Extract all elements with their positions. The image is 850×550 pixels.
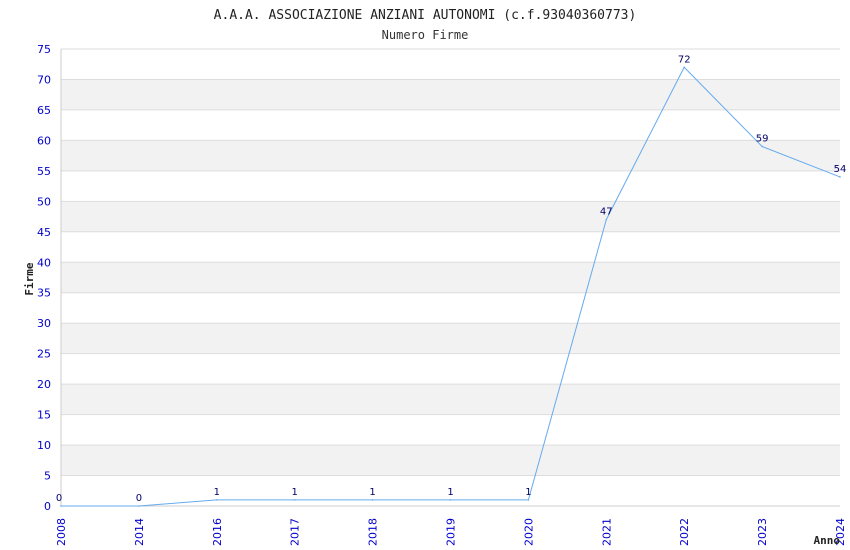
- data-point: [839, 176, 841, 178]
- x-axis: 2008 2014 2016 2017 2018 2019 2020 2021 2022 2023…: [55, 505, 847, 546]
- plot-background: [61, 49, 840, 506]
- y-tick-label: 60: [37, 134, 51, 147]
- y-axis-label: Firme: [23, 262, 36, 295]
- y-tick-label: 55: [37, 165, 51, 178]
- x-tick-label: 2016: [211, 518, 224, 546]
- data-label: 1: [214, 487, 220, 498]
- chart-subtitle: Numero Firme: [382, 28, 469, 42]
- y-tick-label: 25: [37, 348, 51, 361]
- grid-band: [61, 414, 840, 446]
- grid-band: [61, 231, 840, 263]
- y-tick-label: 0: [44, 500, 51, 513]
- x-tick-label: 2019: [445, 518, 458, 546]
- data-point: [527, 499, 530, 501]
- data-label: 72: [678, 54, 691, 65]
- grid-band: [61, 170, 840, 202]
- y-tick-label: 50: [37, 195, 51, 208]
- y-tick-label: 65: [37, 104, 51, 117]
- chart-title: A.A.A. ASSOCIAZIONE ANZIANI AUTONOMI (c.…: [214, 8, 637, 23]
- x-tick-label: 2018: [367, 518, 380, 546]
- grid-band: [61, 201, 840, 232]
- x-tick-label: 2021: [600, 518, 613, 546]
- x-tick-label: 2008: [55, 518, 68, 546]
- data-label: 1: [447, 487, 453, 498]
- data-point: [761, 145, 763, 148]
- line-chart: A.A.A. ASSOCIAZIONE ANZIANI AUTONOMI (c.…: [23, 8, 847, 547]
- y-tick-label: 40: [37, 256, 51, 269]
- grid-band: [61, 262, 840, 293]
- data-point: [683, 66, 685, 69]
- data-label: 0: [136, 493, 142, 504]
- x-tick-label: 2020: [522, 518, 535, 546]
- data-label: 1: [525, 487, 531, 498]
- x-tick-label: 2017: [289, 518, 302, 546]
- data-point: [449, 499, 452, 501]
- y-tick-label: 15: [37, 409, 51, 422]
- grid-band: [61, 323, 840, 354]
- grid-band: [61, 49, 840, 80]
- grid-band: [61, 79, 840, 110]
- y-tick-label: 30: [37, 317, 51, 330]
- y-tick-label: 70: [37, 73, 51, 86]
- grid-band: [61, 353, 840, 385]
- y-axis: 051015202530354045505560657075: [37, 43, 62, 513]
- x-tick-label: 2022: [678, 518, 691, 546]
- y-tick-label: 10: [37, 439, 51, 452]
- data-point: [371, 499, 374, 501]
- chart: A.A.A. ASSOCIAZIONE ANZIANI AUTONOMI (c.…: [0, 0, 850, 550]
- y-tick-label: 35: [37, 287, 51, 300]
- x-tick-label: 2023: [756, 518, 769, 546]
- data-label: 1: [369, 487, 375, 498]
- y-tick-label: 45: [37, 226, 51, 239]
- data-point: [293, 499, 296, 501]
- x-axis-label: Anno: [814, 534, 841, 547]
- y-tick-label: 75: [37, 43, 51, 56]
- y-tick-label: 20: [37, 378, 51, 391]
- grid-band: [61, 384, 840, 415]
- data-point: [216, 499, 218, 501]
- data-label: 1: [292, 487, 298, 498]
- data-point: [60, 505, 62, 507]
- x-tick-label: 2014: [133, 518, 146, 546]
- grid-band: [61, 109, 840, 141]
- grid-band: [61, 445, 840, 476]
- grid-band: [61, 140, 840, 171]
- data-label: 54: [834, 164, 847, 175]
- data-label: 47: [600, 207, 613, 218]
- data-label: 59: [756, 133, 769, 144]
- grid-band: [61, 292, 840, 324]
- y-tick-label: 5: [44, 470, 51, 483]
- data-point: [605, 218, 608, 221]
- data-point: [138, 505, 140, 507]
- data-label: 0: [56, 493, 62, 504]
